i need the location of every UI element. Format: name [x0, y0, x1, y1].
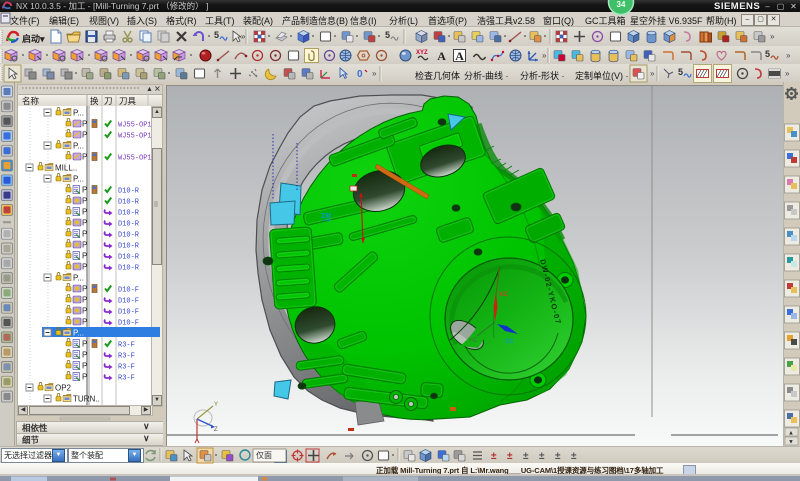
svg-text:YC: YC	[468, 337, 477, 344]
svg-text:ZC: ZC	[505, 338, 514, 345]
svg-text:XC: XC	[499, 291, 508, 298]
svg-text:Z: Z	[214, 427, 218, 433]
svg-text:ZM: ZM	[321, 213, 331, 220]
svg-text:Y: Y	[214, 402, 218, 408]
